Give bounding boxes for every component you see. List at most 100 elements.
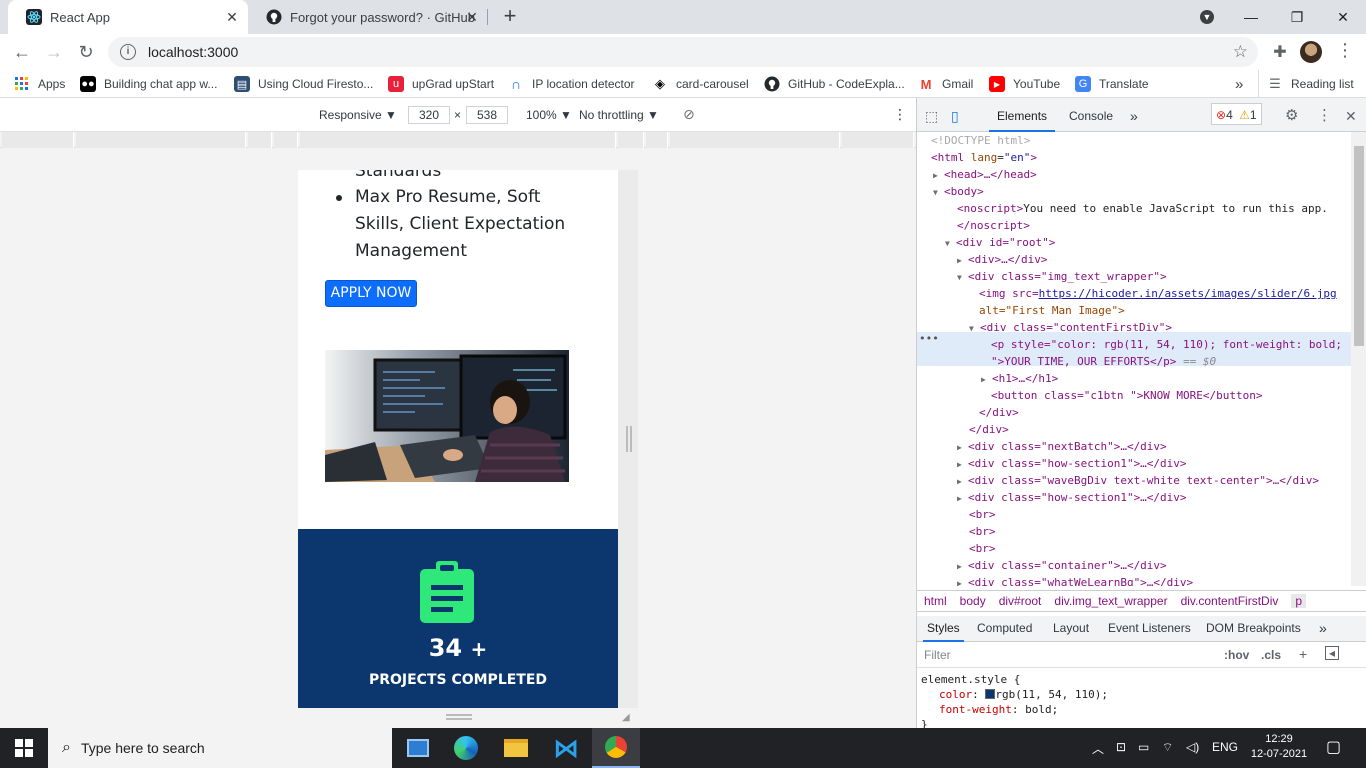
settings-gear-icon[interactable]: ⚙ <box>1285 98 1298 132</box>
inspect-element-icon[interactable]: ⬚ <box>925 98 938 132</box>
breadcrumb-item[interactable]: div.img_text_wrapper <box>1054 594 1167 608</box>
tree-node[interactable]: ▶ <h1>…</h1> <box>981 370 1058 388</box>
maximize-button[interactable]: ❐ <box>1274 0 1320 34</box>
close-devtools-icon[interactable]: ✕ <box>1345 98 1357 132</box>
tree-node[interactable]: ▶ <div class="container">…</div> <box>957 557 1167 575</box>
node-menu-icon[interactable]: ••• <box>919 330 939 347</box>
breadcrumb-item[interactable]: html <box>924 594 947 608</box>
extensions-puzzle-icon[interactable]: ✚ <box>1270 42 1290 62</box>
close-window-button[interactable]: ✕ <box>1320 0 1366 34</box>
tab-github-forgot-password[interactable]: Forgot your password? · GitHub ✕ <box>248 0 488 34</box>
media-query-segment[interactable] <box>248 132 272 148</box>
tree-node[interactable]: </noscript> <box>957 217 1030 234</box>
more-styles-tabs-button[interactable]: » <box>1319 616 1327 642</box>
hov-toggle[interactable]: :hov <box>1224 648 1249 662</box>
resize-handle-corner[interactable]: ◢ <box>622 712 634 724</box>
collapse-triangle-icon[interactable]: ▼ <box>957 269 968 286</box>
more-tabs-button[interactable]: » <box>1130 98 1138 132</box>
selected-tree-node[interactable]: <p style="color: rgb(11, 54, 110); font-… <box>991 336 1342 353</box>
bookmark-youtube[interactable]: ▶ YouTube <box>989 70 1060 98</box>
tray-volume-icon[interactable]: ◁) <box>1186 740 1199 754</box>
toggle-sidebar-icon[interactable]: ◂ <box>1325 646 1339 660</box>
width-input[interactable]: 320 <box>408 106 450 124</box>
tab-styles[interactable]: Styles <box>923 616 964 642</box>
media-query-segment[interactable] <box>618 132 644 148</box>
expand-triangle-icon[interactable]: ▶ <box>957 456 968 473</box>
start-button[interactable] <box>0 728 48 768</box>
devtools-menu-icon[interactable]: ⋮ <box>1317 98 1332 132</box>
bookmark-apps[interactable]: Apps <box>14 70 65 98</box>
bookmark-gmail[interactable]: M Gmail <box>918 70 974 98</box>
resize-handle-right[interactable] <box>626 426 632 452</box>
profile-avatar[interactable] <box>1300 41 1322 63</box>
tree-node[interactable]: <img src=https://hicoder.in/assets/image… <box>979 285 1337 302</box>
issues-counter[interactable]: ⊗4 ⚠1 <box>1211 103 1262 125</box>
tree-node[interactable]: <button class="c1btn ">KNOW MORE</button… <box>991 387 1263 404</box>
color-swatch[interactable] <box>985 689 996 699</box>
tree-node[interactable]: <br> <box>969 506 996 523</box>
breadcrumb-item[interactable]: div#root <box>999 594 1042 608</box>
expand-triangle-icon[interactable]: ▶ <box>957 558 968 575</box>
rotate-icon[interactable]: ⊘ <box>683 106 695 123</box>
tray-battery-icon[interactable]: ▭ <box>1138 740 1149 754</box>
device-toolbar-menu-icon[interactable]: ⋮ <box>893 106 907 123</box>
selected-tree-node-cont[interactable]: ">YOUR TIME, OUR EFFORTS</p> == $0 <box>991 353 1216 370</box>
tree-node[interactable]: ▼ <div class="img_text_wrapper"> <box>957 268 1167 286</box>
tree-node[interactable]: </div> <box>969 421 1009 438</box>
taskbar-app-file-explorer[interactable] <box>492 728 540 768</box>
taskbar-app-vscode[interactable]: ⋈ <box>542 728 590 768</box>
more-bookmarks-button[interactable]: » <box>1235 70 1243 98</box>
tab-dom-breakpoints[interactable]: DOM Breakpoints <box>1206 616 1301 642</box>
height-input[interactable]: 538 <box>466 106 508 124</box>
tray-chevron-up-icon[interactable]: ︿ <box>1092 740 1104 757</box>
expand-triangle-icon[interactable]: ▶ <box>957 439 968 456</box>
style-declaration[interactable]: font-weight: bold; <box>939 702 1351 717</box>
expand-triangle-icon[interactable]: ▶ <box>933 167 944 184</box>
taskbar-app-edge[interactable] <box>442 728 490 768</box>
tray-meet-icon[interactable]: ⊡ <box>1116 740 1126 754</box>
breadcrumb-item[interactable]: body <box>960 594 986 608</box>
tree-node[interactable]: <br> <box>969 523 996 540</box>
browser-menu-icon[interactable]: ⋮ <box>1335 40 1355 64</box>
bookmark-ip-location[interactable]: ∩ IP location detector <box>508 70 635 98</box>
resize-handle-bottom[interactable] <box>446 714 472 720</box>
cls-toggle[interactable]: .cls <box>1261 648 1281 662</box>
tree-node[interactable]: ▼ <body> <box>933 183 984 201</box>
filter-input[interactable]: Filter <box>924 648 1214 662</box>
site-info-icon[interactable]: i <box>120 44 136 60</box>
scrollbar-thumb[interactable] <box>1354 146 1364 346</box>
tree-node[interactable]: ▶ <div class="waveBgDiv text-white text-c… <box>957 472 1319 490</box>
expand-triangle-icon[interactable]: ▶ <box>957 575 968 586</box>
breadcrumb-item[interactable]: p <box>1291 594 1307 608</box>
expand-triangle-icon[interactable]: ▶ <box>957 490 968 507</box>
bookmark-card-carousel[interactable]: ◈ card-carousel <box>652 70 749 98</box>
tab-search-button[interactable]: ▼ <box>1184 0 1230 34</box>
media-query-segment[interactable] <box>2 132 74 148</box>
collapse-triangle-icon[interactable]: ▼ <box>933 184 944 201</box>
tab-layout[interactable]: Layout <box>1053 616 1089 642</box>
media-query-segment[interactable] <box>670 132 840 148</box>
tab-console[interactable]: Console <box>1069 98 1113 132</box>
breadcrumb-item[interactable]: div.contentFirstDiv <box>1181 594 1279 608</box>
media-query-segment[interactable] <box>842 132 914 148</box>
tree-node[interactable]: ▶ <div class="how-section1">…</div> <box>957 455 1187 473</box>
new-tab-button[interactable]: + <box>498 4 522 28</box>
tree-node[interactable]: ▶ <div class="nextBatch">…</div> <box>957 438 1167 456</box>
tree-node[interactable]: <html lang="en"> <box>931 149 1037 166</box>
notifications-icon[interactable]: ▢ <box>1326 737 1341 757</box>
tab-elements[interactable]: Elements <box>989 98 1056 132</box>
media-query-segment[interactable] <box>646 132 668 148</box>
reading-list-button[interactable]: ☰ Reading list <box>1258 70 1354 98</box>
bookmark-github-codeexpla[interactable]: GitHub - CodeExpla... <box>764 70 905 98</box>
new-style-rule-icon[interactable]: + <box>1299 646 1307 662</box>
rule-selector[interactable]: element.style { <box>921 672 1351 687</box>
tree-node[interactable]: </div> <box>979 404 1019 421</box>
media-query-segment[interactable] <box>300 132 616 148</box>
tab-react-app[interactable]: React App ✕ <box>8 0 248 34</box>
reload-button[interactable]: ↻ <box>74 40 98 64</box>
tree-node[interactable]: ▶ <div>…</div> <box>957 251 1047 269</box>
tray-clock[interactable]: 12:29 12-07-2021 <box>1250 732 1308 762</box>
taskbar-app-chrome[interactable] <box>592 728 640 768</box>
media-query-segment[interactable] <box>274 132 298 148</box>
zoom-select[interactable]: 100% ▼ <box>526 108 572 122</box>
